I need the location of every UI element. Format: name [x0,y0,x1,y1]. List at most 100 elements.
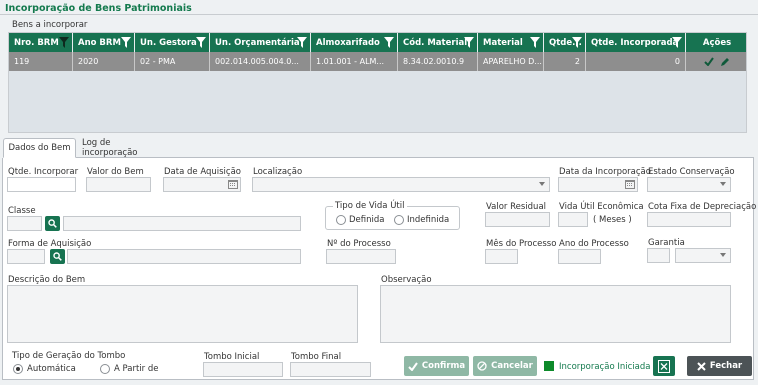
pencil-icon[interactable] [720,57,730,67]
qtde-incorporar-label: Qtde. Incorporar [8,167,79,177]
mes-processo-label: Mês do Processo [486,239,557,249]
chevron-down-icon [720,253,726,257]
cell-nro-brm: 119 [9,52,73,71]
valor-residual-input[interactable] [485,212,550,227]
calendar-icon[interactable] [228,180,238,189]
assets-grid: Nro. BRM Ano BRM Un. Gestora Un. Orçamen… [8,32,747,133]
filter-icon[interactable] [572,37,582,48]
classe-code-input[interactable] [7,216,42,231]
close-icon [697,361,706,371]
filter-icon[interactable] [384,37,394,48]
ano-processo-input[interactable] [558,249,601,264]
grid-header: Nro. BRM Ano BRM Un. Gestora Un. Orçamen… [9,33,746,52]
cancelar-button[interactable]: Cancelar [473,356,537,376]
estado-conservacao-select[interactable] [647,177,731,192]
nro-processo-input[interactable] [326,249,396,264]
vida-util-economica-label: Vida Útil Econômica [559,202,644,212]
excel-icon [658,359,670,373]
tab-dados-do-bem[interactable]: Dados do Bem [3,138,76,158]
fechar-button[interactable]: Fechar [687,356,752,376]
column-header-qtde[interactable]: Qtde... [544,33,586,52]
cota-fixa-label: Cota Fixa de Depreciação [648,202,757,212]
column-header-cod-material[interactable]: Cód. Material [398,33,478,52]
garantia-input[interactable] [647,248,670,263]
data-incorporacao-label: Data da Incorporação [559,167,651,177]
cell-acoes [686,52,746,71]
chevron-down-icon [720,182,726,186]
title-divider [0,14,758,15]
classe-search-button[interactable] [45,216,60,231]
filter-icon[interactable] [464,37,474,48]
search-icon [53,252,62,261]
page-title: Incorporação de Bens Patrimoniais [5,3,192,14]
definida-radio[interactable]: Definida [336,215,384,225]
column-header-ano-brm[interactable]: Ano BRM [73,33,135,52]
garantia-select[interactable] [675,248,731,263]
forma-aquisicao-search-button[interactable] [50,249,65,264]
classe-label: Classe [8,206,36,216]
column-header-acoes: Ações [702,37,732,48]
tombo-inicial-label: Tombo Inicial [204,352,260,362]
tab-log-de-incorporacao[interactable]: Log de incorporação [82,138,166,158]
table-row[interactable]: 119 2020 02 - PMA 002.014.005.004.0... 1… [9,52,746,71]
estado-conservacao-label: Estado Conservação [648,167,735,177]
localizacao-label: Localização [253,167,303,177]
forma-aquisicao-code-input[interactable] [7,249,45,264]
cancel-icon [477,361,487,371]
tombo-inicial-input[interactable] [203,362,283,377]
filter-icon[interactable] [196,37,206,48]
chevron-down-icon [539,182,545,186]
indefinida-radio[interactable]: Indefinida [394,215,449,225]
tombo-final-label: Tombo Final [291,352,342,362]
valor-bem-input[interactable] [86,177,151,192]
column-header-nro-brm[interactable]: Nro. BRM [9,33,73,52]
ano-processo-label: Ano do Processo [559,239,629,249]
meses-label: ( Meses ) [593,215,632,225]
nro-processo-label: Nº do Processo [327,239,391,249]
automatica-radio[interactable]: Automática [13,364,76,374]
cell-cod-material: 8.34.02.0010.9 [398,52,478,71]
check-icon[interactable] [704,57,714,66]
filter-icon[interactable] [530,37,540,48]
column-header-un-gestora[interactable]: Un. Gestora [135,33,210,52]
tipo-vida-util-label: Tipo de Vida Útil [333,201,407,211]
tombo-final-input[interactable] [290,362,371,377]
cell-qtde-incorporada: 0 [586,52,686,71]
data-aquisicao-label: Data de Aquisição [164,167,242,177]
mes-processo-input[interactable] [485,249,518,264]
classe-description-input[interactable] [63,216,301,231]
a-partir-de-radio[interactable]: A Partir de [100,364,158,374]
status-text: Incorporação Iniciada [559,362,651,372]
filter-icon[interactable] [672,37,682,48]
grid-label: Bens a incorporar [12,20,88,30]
cell-almoxarifado: 1.01.001 - ALM... [311,52,398,71]
filter-icon[interactable] [297,37,307,48]
status-indicator [544,361,554,371]
cell-qtde: 2 [544,52,586,71]
qtde-incorporar-input[interactable] [7,177,76,192]
localizacao-select[interactable] [252,177,550,192]
cota-fixa-input[interactable] [647,212,731,227]
cell-un-orcamentaria: 002.014.005.004.0... [210,52,311,71]
cell-un-gestora: 02 - PMA [135,52,210,71]
filter-icon[interactable] [59,37,69,48]
data-incorporacao-input[interactable] [558,177,638,192]
confirma-button[interactable]: Confirma [404,356,469,376]
tipo-geracao-label: Tipo de Geração do Tombo [12,351,126,361]
column-header-un-orcamentaria[interactable]: Un. Orçamentária [210,33,311,52]
calendar-icon[interactable] [625,180,635,189]
forma-aquisicao-description-input[interactable] [67,249,301,264]
valor-bem-label: Valor do Bem [87,167,144,177]
filter-icon[interactable] [121,37,131,48]
observacao-textarea[interactable] [380,285,731,343]
vida-util-economica-input[interactable] [558,212,588,227]
cell-material: APARELHO D... [478,52,544,71]
search-icon [48,219,57,228]
data-aquisicao-input[interactable] [163,177,241,192]
export-excel-button[interactable] [653,356,675,376]
column-header-almoxarifado[interactable]: Almoxarifado [311,33,398,52]
valor-residual-label: Valor Residual [486,202,547,212]
column-header-material[interactable]: Material [478,33,544,52]
column-header-qtde-incorporada[interactable]: Qtde. Incorporada [586,33,686,52]
descricao-textarea[interactable] [7,285,358,343]
